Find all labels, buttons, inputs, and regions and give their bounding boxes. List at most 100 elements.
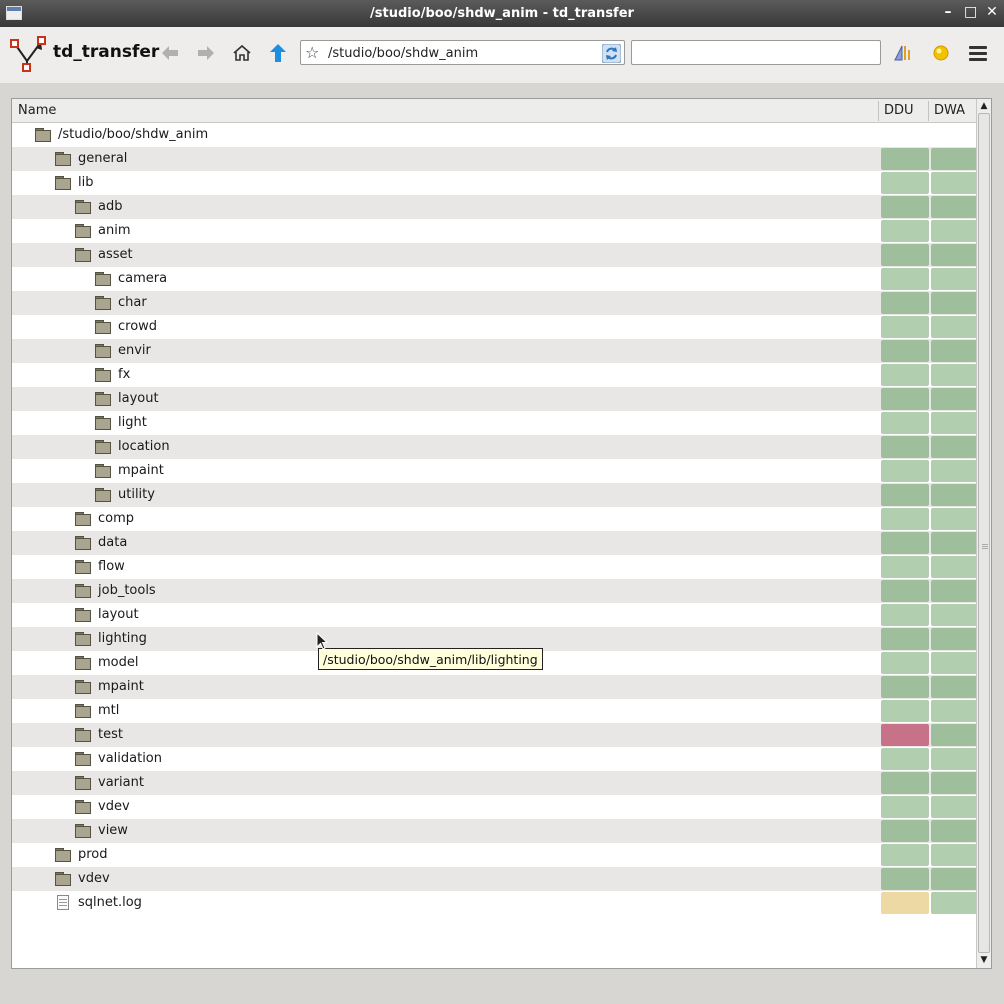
row-name: lighting	[98, 631, 147, 646]
url-text: /studio/boo/shdw_anim	[328, 46, 479, 61]
folder-row[interactable]: prod	[12, 843, 977, 867]
folder-row[interactable]: layout	[12, 603, 977, 627]
scroll-down-icon[interactable]: ▼	[979, 955, 989, 965]
folder-row[interactable]: adb	[12, 195, 977, 219]
folder-row[interactable]: light	[12, 411, 977, 435]
folder-row[interactable]: mpaint	[12, 459, 977, 483]
table-header: Name DDU DWA	[12, 99, 977, 123]
up-button[interactable]	[266, 41, 290, 65]
folder-row[interactable]: test	[12, 723, 977, 747]
folder-row[interactable]: variant	[12, 771, 977, 795]
ddu-status-cell	[881, 556, 929, 578]
dwa-status-cell	[931, 556, 977, 578]
ddu-status-cell	[881, 292, 929, 314]
dwa-status-cell	[931, 172, 977, 194]
folder-row[interactable]: envir	[12, 339, 977, 363]
column-header-ddu[interactable]: DDU	[884, 103, 914, 118]
folder-icon	[75, 776, 91, 790]
vertical-scrollbar[interactable]: ▲ ▼	[976, 99, 991, 968]
ddu-status-cell	[881, 868, 929, 890]
file-icon	[55, 895, 71, 910]
row-name: sqlnet.log	[78, 895, 142, 910]
folder-row[interactable]: fx	[12, 363, 977, 387]
dwa-status-cell	[931, 220, 977, 242]
close-icon[interactable]: ✕	[986, 4, 998, 20]
dwa-status-cell	[931, 508, 977, 530]
row-name: test	[98, 727, 123, 742]
row-name: layout	[98, 607, 139, 622]
maximize-icon[interactable]: □	[964, 4, 977, 20]
dwa-status-cell	[931, 772, 977, 794]
folder-row[interactable]: comp	[12, 507, 977, 531]
minimize-icon[interactable]: –	[942, 4, 954, 20]
column-header-name[interactable]: Name	[18, 103, 56, 118]
search-input[interactable]	[631, 40, 881, 65]
ddu-status-cell	[881, 316, 929, 338]
folder-icon	[75, 704, 91, 718]
file-row[interactable]: sqlnet.log	[12, 891, 977, 915]
dwa-status-cell	[931, 844, 977, 866]
back-button[interactable]	[158, 41, 182, 65]
dwa-status-cell	[931, 268, 977, 290]
forward-button[interactable]	[194, 41, 218, 65]
folder-row[interactable]: anim	[12, 219, 977, 243]
scroll-up-icon[interactable]: ▲	[979, 101, 989, 111]
home-button[interactable]	[230, 41, 254, 65]
folder-row[interactable]: layout	[12, 387, 977, 411]
folder-row[interactable]: camera	[12, 267, 977, 291]
bookmark-star-icon[interactable]: ☆	[305, 44, 319, 61]
folder-icon	[55, 872, 71, 886]
window-title: /studio/boo/shdw_anim - td_transfer	[370, 6, 634, 21]
folder-row[interactable]: char	[12, 291, 977, 315]
row-name: view	[98, 823, 128, 838]
folder-row[interactable]: validation	[12, 747, 977, 771]
folder-row[interactable]: /studio/boo/shdw_anim	[12, 123, 977, 147]
folder-row[interactable]: asset	[12, 243, 977, 267]
dwa-status-cell	[931, 724, 977, 746]
ddu-status-cell	[881, 412, 929, 434]
scroll-thumb[interactable]	[978, 113, 990, 953]
row-name: prod	[78, 847, 108, 862]
window-titlebar[interactable]: /studio/boo/shdw_anim - td_transfer – □ …	[0, 0, 1004, 27]
ddu-status-cell	[881, 676, 929, 698]
url-field[interactable]: ☆ /studio/boo/shdw_anim	[300, 40, 625, 65]
dwa-status-cell	[931, 748, 977, 770]
folder-row[interactable]: mtl	[12, 699, 977, 723]
folder-row[interactable]: flow	[12, 555, 977, 579]
folder-row[interactable]: view	[12, 819, 977, 843]
ddu-status-cell	[881, 532, 929, 554]
row-name: data	[98, 535, 128, 550]
folder-row[interactable]: job_tools	[12, 579, 977, 603]
ddu-status-cell	[881, 580, 929, 602]
dwa-status-cell	[931, 892, 977, 914]
dwa-status-cell	[931, 292, 977, 314]
folder-row[interactable]: vdev	[12, 867, 977, 891]
folder-row[interactable]: lib	[12, 171, 977, 195]
folder-row[interactable]: general	[12, 147, 977, 171]
folder-row[interactable]: utility	[12, 483, 977, 507]
folder-icon	[95, 368, 111, 382]
row-name: flow	[98, 559, 125, 574]
ddu-status-cell	[881, 436, 929, 458]
menu-button[interactable]	[966, 41, 990, 65]
folder-row[interactable]: mpaint	[12, 675, 977, 699]
folder-icon	[95, 296, 111, 310]
ddu-status-cell	[881, 196, 929, 218]
dwa-status-cell	[931, 604, 977, 626]
dwa-status-cell	[931, 820, 977, 842]
folder-row[interactable]: location	[12, 435, 977, 459]
folder-icon	[75, 752, 91, 766]
status-light-button[interactable]	[929, 41, 953, 65]
column-header-dwa[interactable]: DWA	[934, 103, 965, 118]
folder-row[interactable]: vdev	[12, 795, 977, 819]
folder-icon	[35, 128, 51, 142]
mouse-cursor-icon	[316, 632, 328, 650]
folder-row[interactable]: data	[12, 531, 977, 555]
folder-icon	[95, 464, 111, 478]
dwa-status-cell	[931, 388, 977, 410]
row-name: mpaint	[118, 463, 164, 478]
reload-icon[interactable]	[602, 44, 621, 63]
filter-button[interactable]	[891, 41, 915, 65]
folder-row[interactable]: crowd	[12, 315, 977, 339]
folder-icon	[75, 536, 91, 550]
